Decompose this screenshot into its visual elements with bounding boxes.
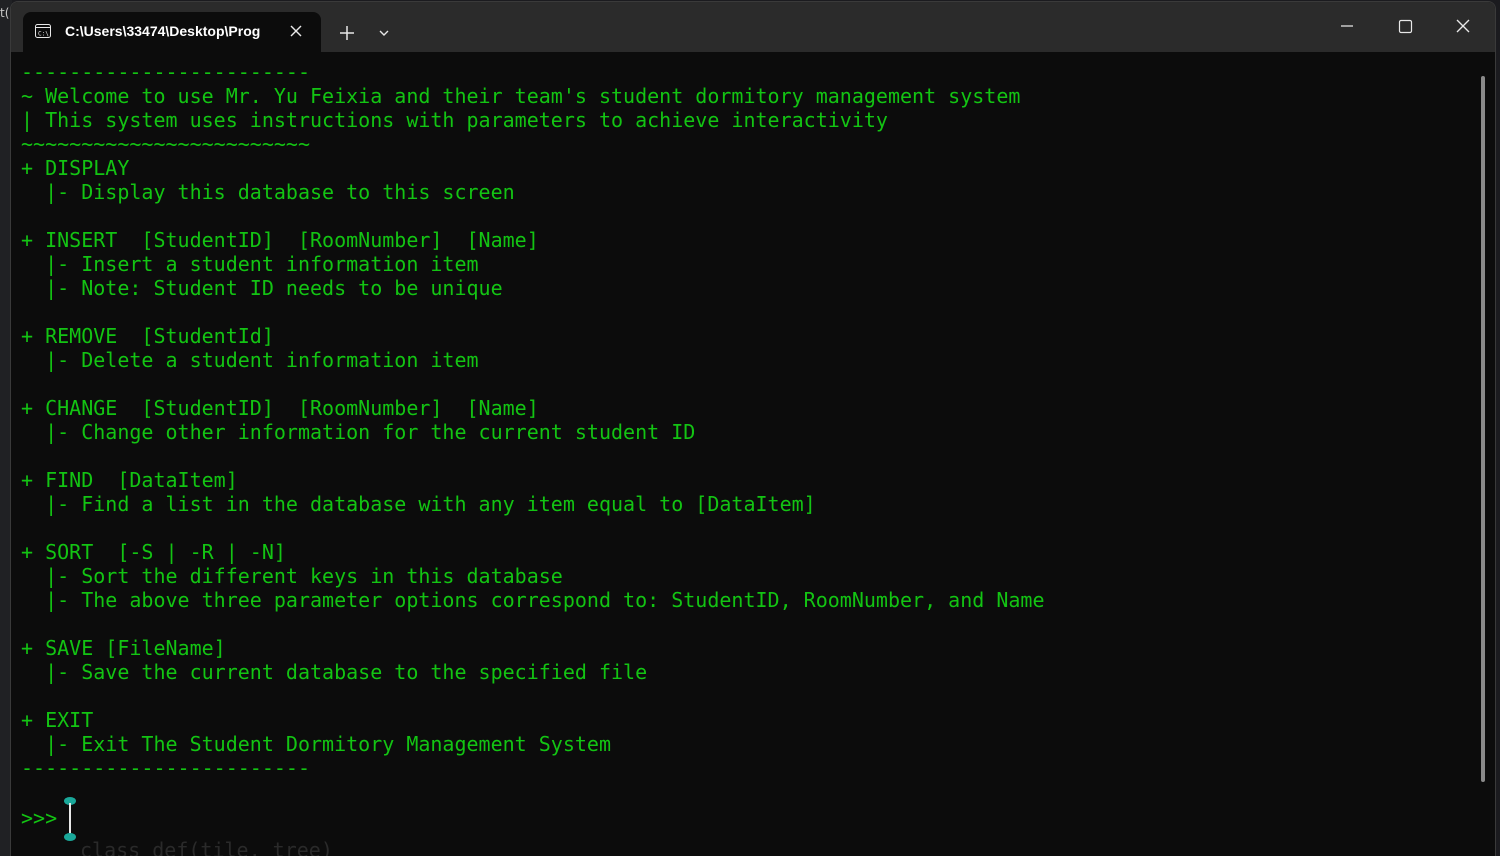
terminal-line: + EXIT — [21, 708, 94, 732]
maximize-button[interactable] — [1382, 10, 1428, 42]
close-tab-button[interactable] — [287, 22, 305, 40]
close-window-button[interactable] — [1440, 10, 1486, 42]
terminal-line: + DISPLAY — [21, 156, 130, 180]
background-fragment: t( — [0, 6, 10, 20]
terminal-line: |- Display this database to this screen — [21, 180, 515, 204]
background-ghost-text: class_def(tile, tree) — [80, 838, 333, 856]
terminal-window: C:\ C:\Users\33474\Desktop\Prog --------… — [10, 1, 1496, 856]
terminal-line: + FIND [DataItem] — [21, 468, 238, 492]
close-icon — [1456, 19, 1470, 33]
terminal-line: + INSERT [StudentID] [RoomNumber] [Name] — [21, 228, 539, 252]
terminal-line: + SAVE [FileName] — [21, 636, 226, 660]
terminal-line: + CHANGE [StudentID] [RoomNumber] [Name] — [21, 396, 539, 420]
text-cursor-icon — [64, 797, 76, 841]
terminal-line: | This system uses instructions with par… — [21, 108, 888, 132]
terminal-line: |- The above three parameter options cor… — [21, 588, 1045, 612]
tab-title: C:\Users\33474\Desktop\Prog — [65, 23, 261, 39]
terminal-line: ~ Welcome to use Mr. Yu Feixia and their… — [21, 84, 1021, 108]
title-bar: C:\ C:\Users\33474\Desktop\Prog — [11, 2, 1495, 52]
terminal-line: ------------------------ — [21, 60, 310, 84]
terminal-line: |- Exit The Student Dormitory Management… — [21, 732, 612, 756]
terminal-line: ------------------------ — [21, 756, 310, 780]
svg-text:C:\: C:\ — [38, 31, 49, 38]
terminal-line: + REMOVE [StudentId] — [21, 324, 274, 348]
terminal-icon: C:\ — [35, 24, 51, 38]
tab-dropdown-button[interactable] — [373, 22, 395, 44]
terminal-line: |- Insert a student information item — [21, 252, 479, 276]
close-icon — [290, 25, 302, 37]
terminal-line: |- Note: Student ID needs to be unique — [21, 276, 503, 300]
active-tab[interactable]: C:\ C:\Users\33474\Desktop\Prog — [23, 12, 321, 52]
minimize-button[interactable] — [1324, 10, 1370, 42]
maximize-icon — [1398, 19, 1413, 34]
terminal-line: ~~~~~~~~~~~~~~~~~~~~~~~~ — [21, 132, 310, 156]
vertical-scrollbar[interactable] — [1481, 76, 1485, 782]
plus-icon — [340, 26, 354, 40]
terminal-output[interactable]: ------------------------ ~ Welcome to use… — [11, 52, 1495, 856]
terminal-line: + SORT [-S | -R | -N] — [21, 540, 286, 564]
command-prompt: >>> — [21, 806, 58, 830]
terminal-line: |- Save the current database to the spec… — [21, 660, 648, 684]
chevron-down-icon — [379, 30, 389, 36]
terminal-line: |- Delete a student information item — [21, 348, 479, 372]
minimize-icon — [1341, 25, 1353, 27]
output-lines: ------------------------ ~ Welcome to use… — [21, 60, 1045, 780]
new-tab-button[interactable] — [333, 19, 361, 47]
terminal-line: |- Sort the different keys in this datab… — [21, 564, 563, 588]
terminal-line: |- Find a list in the database with any … — [21, 492, 816, 516]
terminal-line: |- Change other information for the curr… — [21, 420, 696, 444]
